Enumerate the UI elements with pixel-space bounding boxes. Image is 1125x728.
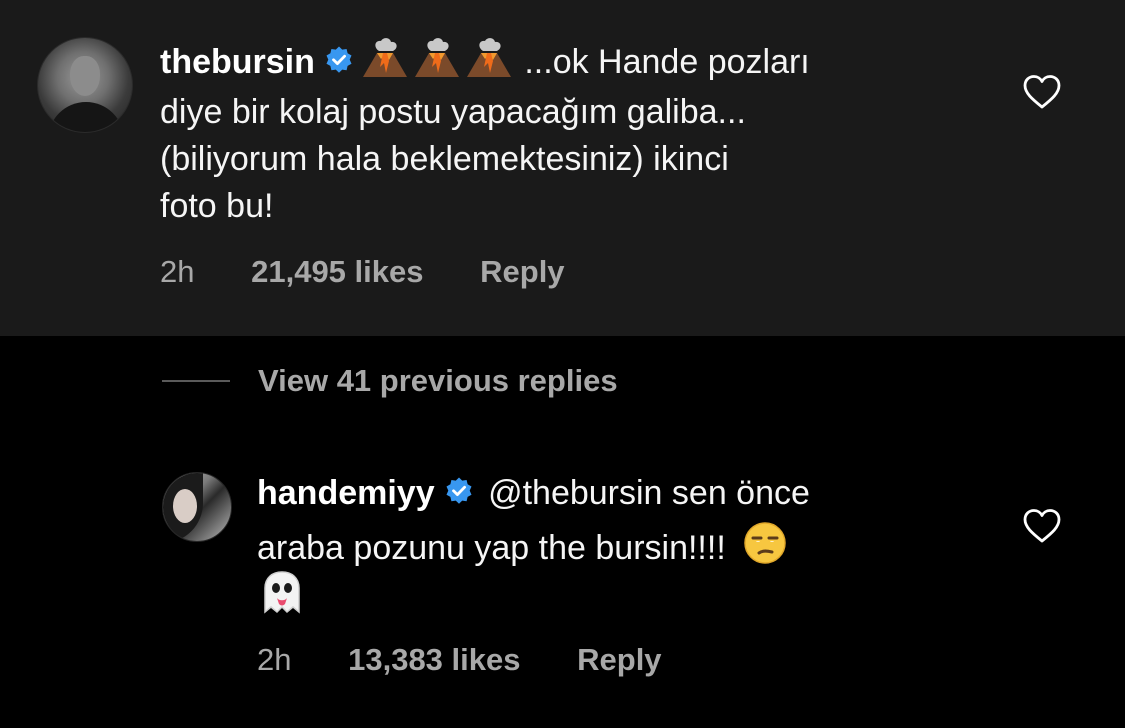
unamused-face-emoji	[743, 521, 787, 577]
reply-first-line: handemiyy @thebursin sen önce	[257, 470, 810, 520]
reply-emoji-line	[257, 568, 307, 621]
heart-outline-icon[interactable]	[1022, 508, 1062, 544]
comment-meta: 2h 21,495 likes Reply	[160, 252, 565, 292]
comment-text-line-2: diye bir kolaj postu yapacağım galiba...	[160, 93, 746, 131]
comment-time: 2h	[160, 254, 195, 289]
avatar-face	[70, 56, 100, 96]
comment-text-line-1: ...ok Hande pozları	[524, 43, 810, 81]
comment-thebursin: thebursin ...ok Hande pozları diye bir k…	[0, 0, 1125, 336]
comment-text-line-3: (biliyorum hala beklemektesiniz) ikinci	[160, 140, 729, 178]
comment-first-line: thebursin ...ok Hande pozları	[160, 37, 810, 91]
heart-outline-icon[interactable]	[1022, 74, 1062, 110]
avatar-face	[173, 489, 197, 523]
reply-button[interactable]: Reply	[480, 254, 564, 289]
username[interactable]: handemiyy	[257, 474, 435, 512]
comment-likes-count[interactable]: 21,495 likes	[251, 254, 423, 289]
volcano-emoji	[463, 37, 515, 91]
replies-divider	[162, 380, 230, 382]
comment-text-line-4: foto bu!	[160, 187, 274, 225]
reply-button[interactable]: Reply	[577, 642, 661, 677]
reply-time: 2h	[257, 642, 292, 677]
reply-text-line-2: araba pozunu yap the bursin!!!!	[257, 521, 787, 577]
avatar[interactable]	[162, 472, 232, 542]
avatar-shoulders	[48, 102, 124, 132]
comments-screen: thebursin ...ok Hande pozları diye bir k…	[0, 0, 1125, 728]
reply-meta: 2h 13,383 likes Reply	[257, 640, 662, 680]
view-previous-replies-button[interactable]: View 41 previous replies	[258, 360, 618, 402]
volcano-emoji	[411, 37, 463, 91]
reply-text-line-1: @thebursin sen önce	[488, 474, 810, 512]
avatar[interactable]	[37, 37, 133, 133]
verified-badge-icon	[443, 474, 475, 520]
reply-likes-count[interactable]: 13,383 likes	[348, 642, 520, 677]
reply-text: araba pozunu yap the bursin!!!!	[257, 529, 726, 567]
ghost-emoji	[257, 568, 307, 621]
volcano-emoji	[359, 37, 411, 91]
username[interactable]: thebursin	[160, 43, 315, 81]
verified-badge-icon	[323, 43, 355, 89]
